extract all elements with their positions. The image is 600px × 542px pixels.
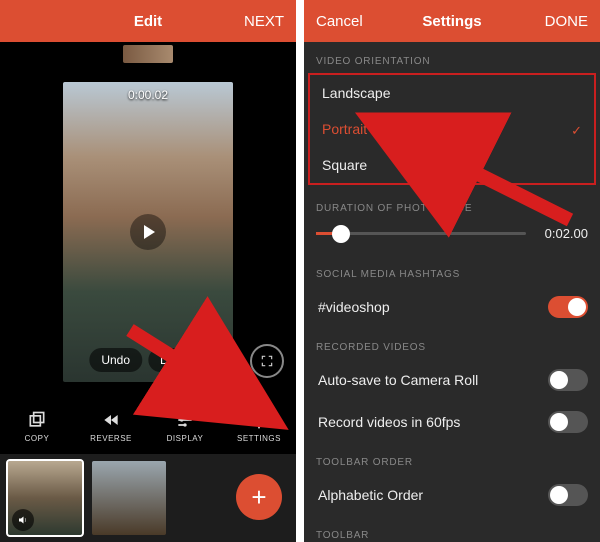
alphabetic-toggle[interactable] bbox=[548, 484, 588, 506]
orientation-portrait[interactable]: Portrait ✓ bbox=[310, 111, 594, 147]
duration-slider[interactable] bbox=[316, 232, 526, 235]
done-button[interactable]: DONE bbox=[538, 13, 588, 30]
settings-body[interactable]: VIDEO ORIENTATION Landscape Portrait ✓ S… bbox=[304, 42, 600, 542]
autosave-toggle[interactable] bbox=[548, 369, 588, 391]
clip-thumb-1[interactable] bbox=[8, 461, 82, 535]
video-preview[interactable]: 0:00.02 Undo Delete bbox=[63, 82, 233, 382]
recorded-header: RECORDED VIDEOS bbox=[304, 328, 600, 359]
record60-toggle[interactable] bbox=[548, 411, 588, 433]
toolbar-order-header: TOOLBAR ORDER bbox=[304, 443, 600, 474]
fullscreen-button[interactable] bbox=[250, 344, 284, 378]
add-clip-button[interactable]: + bbox=[236, 474, 282, 520]
autosave-label: Auto-save to Camera Roll bbox=[318, 372, 478, 388]
next-button[interactable]: NEXT bbox=[234, 13, 284, 30]
copy-tool[interactable]: COPY bbox=[0, 398, 74, 454]
timeline-clip[interactable] bbox=[123, 45, 173, 63]
orientation-square[interactable]: Square bbox=[310, 147, 594, 183]
duration-header: DURATION OF PHOTO SLIDE bbox=[304, 189, 600, 220]
duration-slider-row: 0:02.00 bbox=[304, 220, 600, 255]
settings-label: SETTINGS bbox=[237, 434, 281, 443]
hashtag-label: #videoshop bbox=[318, 299, 390, 315]
record60-label: Record videos in 60fps bbox=[318, 414, 460, 430]
hashtags-header: SOCIAL MEDIA HASHTAGS bbox=[304, 255, 600, 286]
check-icon: ✓ bbox=[571, 123, 582, 139]
orientation-landscape[interactable]: Landscape bbox=[310, 75, 594, 111]
hashtag-row[interactable]: #videoshop bbox=[304, 286, 600, 328]
delete-button[interactable]: Delete bbox=[148, 348, 207, 372]
copy-icon bbox=[27, 410, 47, 430]
edit-topbar: Edit NEXT bbox=[0, 0, 296, 42]
hashtag-toggle[interactable] bbox=[548, 296, 588, 318]
clip-row: + bbox=[0, 454, 296, 542]
undo-button[interactable]: Undo bbox=[89, 348, 142, 372]
portrait-label: Portrait bbox=[322, 121, 367, 137]
copy-label: COPY bbox=[25, 434, 50, 443]
play-button[interactable] bbox=[130, 214, 166, 250]
reverse-label: REVERSE bbox=[90, 434, 132, 443]
reverse-tool[interactable]: REVERSE bbox=[74, 398, 148, 454]
cancel-button[interactable]: Cancel bbox=[316, 13, 366, 30]
gear-icon bbox=[249, 410, 269, 430]
orientation-header: VIDEO ORIENTATION bbox=[304, 42, 600, 73]
settings-tool[interactable]: SETTINGS bbox=[222, 398, 296, 454]
record60-row[interactable]: Record videos in 60fps bbox=[304, 401, 600, 443]
display-icon bbox=[175, 410, 195, 430]
alphabetic-row[interactable]: Alphabetic Order bbox=[304, 474, 600, 516]
edit-title: Edit bbox=[134, 13, 162, 30]
display-tool[interactable]: DISPLAY bbox=[148, 398, 222, 454]
settings-title: Settings bbox=[422, 13, 481, 30]
fullscreen-icon bbox=[260, 354, 274, 368]
edit-panel: Edit NEXT 0:00.02 Undo Delete COPY bbox=[0, 0, 296, 542]
preview-area: 0:00.02 Undo Delete bbox=[0, 66, 296, 398]
duration-value: 0:02.00 bbox=[536, 226, 588, 241]
settings-panel: Cancel Settings DONE VIDEO ORIENTATION L… bbox=[304, 0, 600, 542]
reverse-icon bbox=[101, 410, 121, 430]
slider-knob[interactable] bbox=[332, 225, 350, 243]
plus-icon: + bbox=[251, 482, 266, 513]
speaker-icon bbox=[17, 514, 29, 526]
autosave-row[interactable]: Auto-save to Camera Roll bbox=[304, 359, 600, 401]
clip-thumb-2[interactable] bbox=[92, 461, 166, 535]
settings-topbar: Cancel Settings DONE bbox=[304, 0, 600, 42]
mute-badge[interactable] bbox=[12, 509, 34, 531]
tool-row: COPY REVERSE DISPLAY SETTINGS bbox=[0, 398, 296, 454]
orientation-group: Landscape Portrait ✓ Square bbox=[308, 73, 596, 185]
timestamp: 0:00.02 bbox=[128, 88, 168, 102]
display-label: DISPLAY bbox=[167, 434, 204, 443]
toolbar-header: TOOLBAR bbox=[304, 516, 600, 542]
timeline-strip[interactable] bbox=[0, 42, 296, 66]
alphabetic-label: Alphabetic Order bbox=[318, 487, 423, 503]
